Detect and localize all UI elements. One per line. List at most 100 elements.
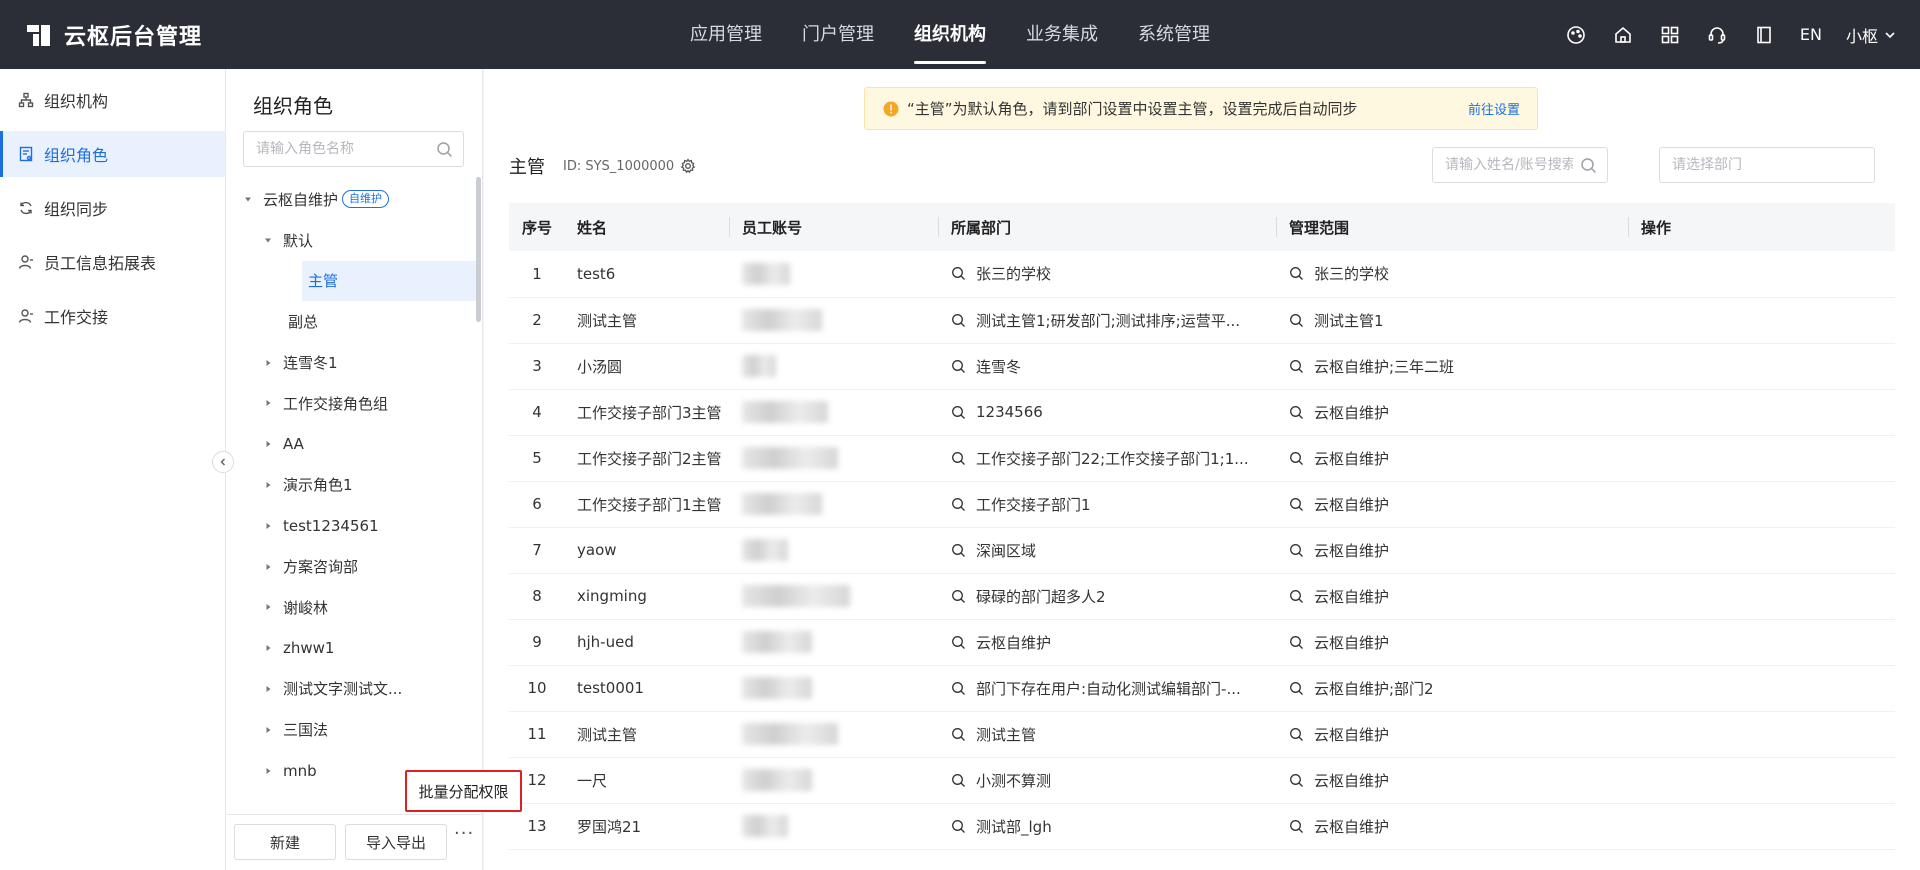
- tree-node[interactable]: 云枢自维护 自维护: [226, 179, 476, 220]
- search-icon[interactable]: [1289, 819, 1304, 834]
- tree-node[interactable]: 副总: [226, 301, 476, 342]
- search-icon[interactable]: [951, 635, 966, 650]
- caret-down-icon[interactable]: [264, 236, 272, 244]
- tree-node[interactable]: 谢峻林: [226, 587, 476, 628]
- member-department[interactable]: 深闽区域: [939, 527, 1277, 573]
- nav-tab-0[interactable]: 应用管理: [670, 0, 782, 69]
- role-tree-scrollbar[interactable]: [476, 177, 481, 322]
- tree-node[interactable]: 方案咨询部: [226, 546, 476, 587]
- search-icon[interactable]: [1289, 405, 1304, 420]
- search-icon[interactable]: [951, 497, 966, 512]
- search-icon[interactable]: [1289, 543, 1304, 558]
- tree-node[interactable]: 测试文字测试文...: [226, 669, 476, 710]
- department-select-input[interactable]: [1660, 148, 1860, 182]
- gear-icon[interactable]: [680, 158, 696, 174]
- home-icon[interactable]: [1611, 23, 1635, 47]
- search-icon[interactable]: [1289, 266, 1304, 281]
- search-icon[interactable]: [1289, 497, 1304, 512]
- tree-node[interactable]: 演示角色1: [226, 465, 476, 506]
- caret-right-icon[interactable]: [264, 563, 272, 571]
- role-search-input[interactable]: [244, 132, 424, 166]
- sidebar-item-0[interactable]: 组织机构: [0, 77, 225, 123]
- collapse-sidebar-button[interactable]: [212, 451, 234, 473]
- support-headset-icon[interactable]: [1705, 23, 1729, 47]
- tree-node[interactable]: AA: [226, 424, 476, 465]
- search-icon[interactable]: [1580, 157, 1597, 174]
- tree-node[interactable]: 三国法: [226, 709, 476, 750]
- nav-tab-3[interactable]: 业务集成: [1006, 0, 1118, 69]
- search-icon[interactable]: [951, 359, 966, 374]
- member-department[interactable]: 碌碌的部门超多人2: [939, 573, 1277, 619]
- search-icon[interactable]: [951, 681, 966, 696]
- caret-right-icon[interactable]: [264, 603, 272, 611]
- caret-right-icon[interactable]: [264, 481, 272, 489]
- sidebar-item-2[interactable]: 组织同步: [0, 185, 225, 231]
- member-scope[interactable]: 云枢自维护: [1277, 757, 1629, 803]
- search-icon[interactable]: [951, 543, 966, 558]
- member-department[interactable]: 测试主管1;研发部门;测试排序;运营平...: [939, 297, 1277, 343]
- caret-right-icon[interactable]: [264, 440, 272, 448]
- nav-tab-1[interactable]: 门户管理: [782, 0, 894, 69]
- new-role-button[interactable]: 新建: [234, 824, 336, 860]
- language-switch[interactable]: EN: [1800, 25, 1822, 44]
- search-icon[interactable]: [436, 141, 453, 158]
- member-scope[interactable]: 测试主管1: [1277, 297, 1629, 343]
- sidebar-item-1[interactable]: 组织角色: [0, 131, 225, 177]
- tree-node[interactable]: 主管: [302, 260, 476, 302]
- search-icon[interactable]: [951, 451, 966, 466]
- sidebar-item-4[interactable]: 工作交接: [0, 293, 225, 339]
- search-icon[interactable]: [951, 266, 966, 281]
- caret-right-icon[interactable]: [264, 359, 272, 367]
- member-department[interactable]: 工作交接子部门1: [939, 481, 1277, 527]
- search-icon[interactable]: [951, 405, 966, 420]
- search-icon[interactable]: [951, 313, 966, 328]
- caret-right-icon[interactable]: [264, 399, 272, 407]
- search-icon[interactable]: [951, 589, 966, 604]
- member-scope[interactable]: 云枢自维护: [1277, 481, 1629, 527]
- caret-right-icon[interactable]: [264, 726, 272, 734]
- nav-tab-2[interactable]: 组织机构: [894, 0, 1006, 69]
- caret-right-icon[interactable]: [264, 644, 272, 652]
- search-icon[interactable]: [1289, 681, 1304, 696]
- member-scope[interactable]: 云枢自维护: [1277, 389, 1629, 435]
- nav-tab-4[interactable]: 系统管理: [1118, 0, 1230, 69]
- member-scope[interactable]: 云枢自维护;三年二班: [1277, 343, 1629, 389]
- member-scope[interactable]: 云枢自维护: [1277, 803, 1629, 849]
- user-menu[interactable]: 小枢: [1846, 23, 1896, 47]
- member-scope[interactable]: 云枢自维护;部门2: [1277, 665, 1629, 711]
- import-export-button[interactable]: 导入导出: [345, 824, 447, 860]
- apps-grid-icon[interactable]: [1658, 23, 1682, 47]
- member-search-input[interactable]: [1433, 148, 1573, 182]
- palette-icon[interactable]: [1564, 23, 1588, 47]
- member-scope[interactable]: 云枢自维护: [1277, 527, 1629, 573]
- member-department[interactable]: 1234566: [939, 389, 1277, 435]
- member-department[interactable]: 测试部_lgh: [939, 803, 1277, 849]
- tree-node[interactable]: 工作交接角色组: [226, 383, 476, 424]
- member-department[interactable]: 张三的学校: [939, 251, 1277, 297]
- member-department[interactable]: 云枢自维护: [939, 619, 1277, 665]
- search-icon[interactable]: [951, 819, 966, 834]
- search-icon[interactable]: [1289, 635, 1304, 650]
- tree-node[interactable]: 连雪冬1: [226, 342, 476, 383]
- member-scope[interactable]: 云枢自维护: [1277, 619, 1629, 665]
- search-icon[interactable]: [1289, 773, 1304, 788]
- go-settings-link[interactable]: 前往设置: [1468, 99, 1520, 118]
- search-icon[interactable]: [1289, 727, 1304, 742]
- caret-right-icon[interactable]: [264, 685, 272, 693]
- member-department[interactable]: 工作交接子部门22;工作交接子部门1;1...: [939, 435, 1277, 481]
- caret-right-icon[interactable]: [264, 767, 272, 775]
- batch-assign-permission-menu-item[interactable]: 批量分配权限: [405, 770, 522, 812]
- search-icon[interactable]: [1289, 359, 1304, 374]
- member-scope[interactable]: 云枢自维护: [1277, 711, 1629, 757]
- member-scope[interactable]: 张三的学校: [1277, 251, 1629, 297]
- search-icon[interactable]: [1289, 313, 1304, 328]
- tree-node[interactable]: test1234561: [226, 505, 476, 546]
- search-icon[interactable]: [1289, 589, 1304, 604]
- brand[interactable]: 云枢后台管理: [26, 0, 202, 69]
- book-icon[interactable]: [1752, 23, 1776, 47]
- member-department[interactable]: 连雪冬: [939, 343, 1277, 389]
- search-icon[interactable]: [1289, 451, 1304, 466]
- search-icon[interactable]: [951, 773, 966, 788]
- more-options-button[interactable]: ···: [454, 823, 474, 844]
- sidebar-item-3[interactable]: 员工信息拓展表: [0, 239, 225, 285]
